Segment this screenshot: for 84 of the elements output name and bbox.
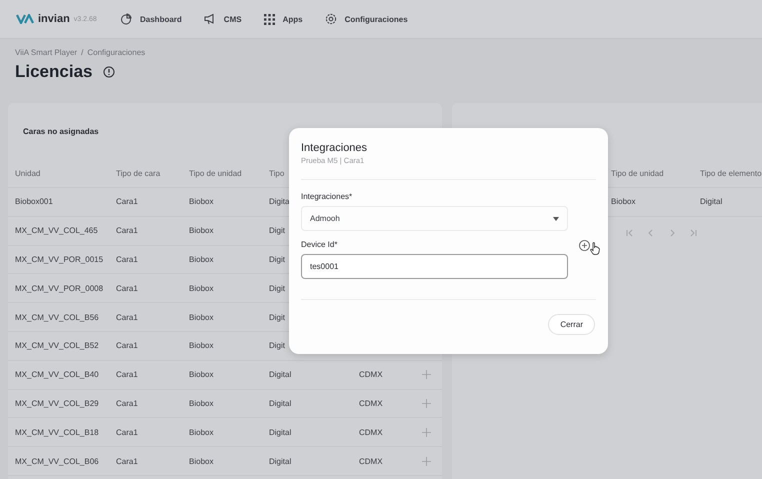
table-cell: Cara1 <box>116 456 138 466</box>
page-title: Licencias <box>15 61 92 83</box>
hand-cursor-icon <box>590 242 600 255</box>
table-cell: Cara1 <box>116 341 138 350</box>
close-button[interactable]: Cerrar <box>548 314 595 335</box>
table-cell: Biobox <box>189 398 214 408</box>
table-cell: Digital <box>269 370 292 380</box>
input-field[interactable]: tes0001 <box>301 254 568 279</box>
table-cell: Digital <box>269 398 292 408</box>
table-cell: Digital <box>269 428 292 437</box>
next-page-icon[interactable] <box>668 228 676 237</box>
table-cell: CDMX <box>359 428 383 437</box>
field-label: Device Id* <box>301 240 338 249</box>
breadcrumb-separator: / <box>81 48 84 57</box>
first-page-icon[interactable] <box>626 228 634 237</box>
add-icon[interactable] <box>422 398 431 408</box>
column-header: Tipo de cara <box>116 168 160 178</box>
select-field[interactable]: Admooh <box>301 206 568 231</box>
brand-name: invian <box>38 13 70 25</box>
pie-chart-icon <box>120 13 132 25</box>
table-cell: Digital <box>269 456 292 466</box>
nav-link[interactable]: CMS <box>204 13 242 25</box>
table-cell: Cara1 <box>116 197 138 206</box>
logo-icon <box>16 14 34 24</box>
nav-link[interactable]: Dashboard <box>120 13 182 25</box>
table-cell: Cara1 <box>116 254 138 264</box>
table-cell: Digit <box>269 254 286 264</box>
table-cell: Digit <box>269 341 286 350</box>
table-cell: Biobox <box>189 226 214 236</box>
add-circle-icon[interactable] <box>579 240 590 251</box>
add-icon[interactable] <box>422 428 431 437</box>
table-cell: MX_CM_VV_COL_B56 <box>15 312 99 322</box>
table-cell: CDMX <box>359 456 383 466</box>
dialog-title: Integraciones <box>301 142 368 154</box>
table-cell: Digital <box>700 197 722 206</box>
column-header: Tipo de unidad <box>611 168 664 178</box>
table-cell: MX_CM_VV_COL_465 <box>15 226 98 236</box>
table-cell: Digit <box>269 284 286 293</box>
table-cell: Biobox <box>189 312 214 322</box>
table-cell: CDMX <box>359 370 383 380</box>
table-cell: Biobox001 <box>15 197 53 206</box>
panel-title: Caras no asignadas <box>23 126 99 137</box>
table-cell: CDMX <box>359 398 383 408</box>
column-header: Tipo <box>269 168 284 178</box>
previous-page-icon[interactable] <box>647 228 655 237</box>
info-icon[interactable] <box>102 66 114 78</box>
table-cell: Cara1 <box>116 284 138 293</box>
table-cell: Biobox <box>189 456 214 466</box>
table-cell: Digit <box>269 312 286 322</box>
table-cell: Digita <box>269 197 290 206</box>
table-cell: Cara1 <box>116 428 138 437</box>
column-header: Unidad <box>15 168 40 178</box>
add-icon[interactable] <box>422 456 431 466</box>
megaphone-icon <box>204 13 216 25</box>
table-cell: Biobox <box>189 254 214 264</box>
table-cell: MX_CM_VV_COL_B52 <box>15 341 99 350</box>
settings-icon <box>324 13 337 25</box>
field-label: Integraciones* <box>301 192 354 201</box>
table-cell: Cara1 <box>116 398 138 408</box>
nav-link[interactable]: Apps <box>264 13 303 25</box>
table-cell: Cara1 <box>116 312 138 322</box>
table-cell: Cara1 <box>116 370 138 380</box>
caret-icon <box>553 216 559 220</box>
table-cell: MX_CM_VV_COL_B40 <box>15 370 99 380</box>
breadcrumb-item: Configuraciones <box>87 48 146 57</box>
table-cell: Biobox <box>189 428 214 437</box>
table-cell: Biobox <box>189 197 214 206</box>
table-cell: Biobox <box>189 370 214 380</box>
table-cell: MX_CM_VV_COL_B29 <box>15 398 99 408</box>
grid-icon <box>264 14 275 24</box>
table-cell: Biobox <box>611 197 636 206</box>
column-header: Tipo de elemento <box>700 168 762 178</box>
add-icon[interactable] <box>422 370 431 380</box>
table-cell: Biobox <box>189 284 214 293</box>
table-cell: MX_CM_VV_COL_B06 <box>15 456 99 466</box>
table-cell: MX_CM_VV_POR_0008 <box>15 284 104 293</box>
column-header: Tipo de unidad <box>189 168 242 178</box>
table-cell: MX_CM_VV_POR_0015 <box>15 254 104 264</box>
last-page-icon[interactable] <box>689 228 697 237</box>
table-cell: MX_CM_VV_COL_B18 <box>15 428 99 437</box>
table-cell: Biobox <box>189 341 214 350</box>
table-cell: Digit <box>269 226 286 236</box>
table-cell: Cara1 <box>116 226 138 236</box>
nav-link[interactable]: Configuraciones <box>324 13 408 25</box>
